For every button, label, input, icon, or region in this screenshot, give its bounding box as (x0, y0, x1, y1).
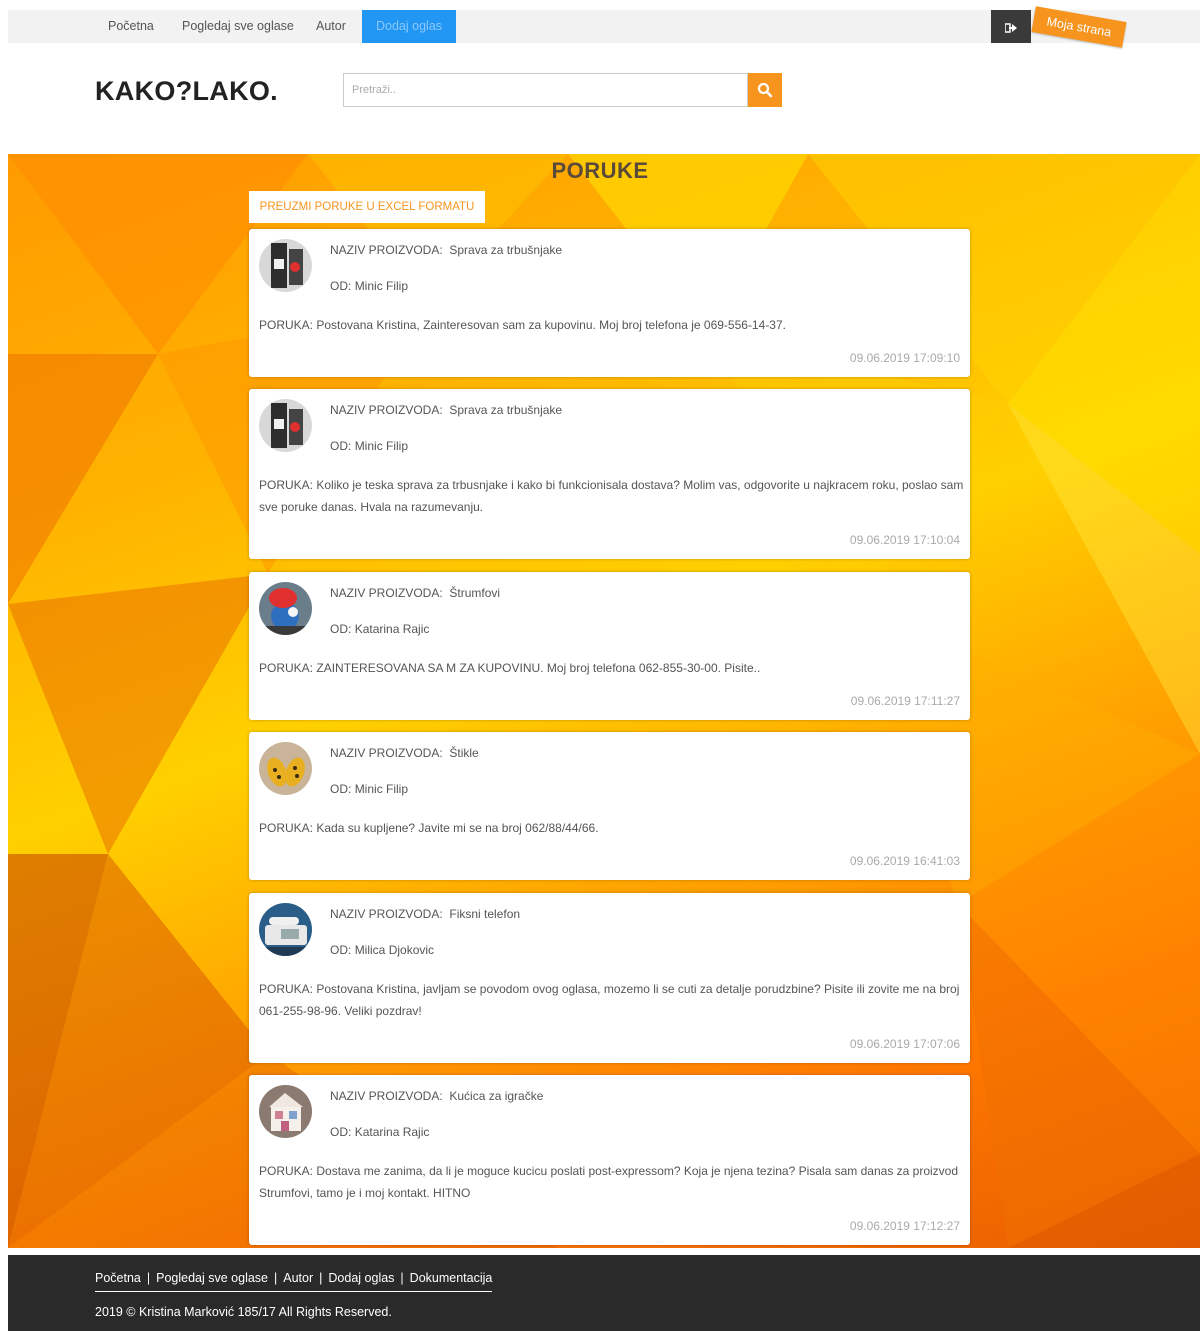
product-name: Sprava za trbušnjake (449, 403, 563, 417)
message-card: NAZIV PROIZVODA: Fiksni telefon OD: Mili… (249, 893, 970, 1063)
product-label: NAZIV PROIZVODA: (330, 586, 443, 600)
message-card: NAZIV PROIZVODA: Štrumfovi OD: Katarina … (249, 572, 970, 720)
message-card: NAZIV PROIZVODA: Štikle OD: Minic Filip … (249, 732, 970, 880)
message-text: Postovana Kristina, Zainteresovan sam za… (316, 318, 786, 332)
sender-name: Minic Filip (354, 279, 409, 293)
message-text: Kada su kupljene? Javite mi se na broj 0… (316, 821, 599, 835)
message-label: PORUKA: (259, 1164, 314, 1178)
sender-name: Katarina Rajic (354, 1125, 430, 1139)
message-date: 09.06.2019 17:12:27 (849, 1219, 960, 1233)
sender-name: Minic Filip (354, 782, 409, 796)
footer: Početna | Pogledaj sve oglase | Autor | Dodaj … (8, 1255, 1200, 1331)
footer-link-dokumentacija[interactable]: Dokumentacija (410, 1271, 493, 1285)
top-navbar: Početna Pogledaj sve oglase Autor Dodaj … (8, 10, 1200, 43)
message-date: 09.06.2019 17:11:27 (850, 694, 960, 708)
message-label: PORUKA: (259, 982, 314, 996)
from-label: OD: (330, 782, 352, 796)
copyright-text: 2019 © Kristina Marković 185/17 All Righ… (95, 1305, 392, 1319)
page-title: PORUKE (551, 158, 649, 183)
product-name: Štrumfovi (449, 586, 501, 600)
nav-item-autor[interactable]: Autor (302, 10, 360, 43)
message-text: ZAINTERESOVANA SA M ZA KUPOVINU. Moj bro… (316, 661, 761, 675)
sender-name: Katarina Rajic (354, 622, 430, 636)
message-label: PORUKA: (259, 821, 314, 835)
message-card: NAZIV PROIZVODA: Kućica za igračke OD: K… (249, 1075, 970, 1245)
product-thumbnail-heels (259, 742, 312, 795)
site-logo[interactable]: KAKO?LAKO. (95, 76, 278, 107)
product-label: NAZIV PROIZVODA: (330, 243, 443, 257)
product-name: Fiksni telefon (449, 907, 521, 921)
footer-link-dodaj-oglas[interactable]: Dodaj oglas (328, 1271, 394, 1285)
message-text: Dostava me zanima, da li je moguce kucic… (259, 1164, 959, 1200)
product-name: Kućica za igračke (449, 1089, 544, 1103)
footer-link-autor[interactable]: Autor (283, 1271, 313, 1285)
nav-item-dodaj-oglas[interactable]: Dodaj oglas (362, 10, 457, 43)
product-label: NAZIV PROIZVODA: (330, 907, 443, 921)
sign-out-icon (1004, 22, 1017, 33)
message-card: NAZIV PROIZVODA: Sprava za trbušnjake OD… (249, 229, 970, 377)
message-text: Koliko je teska sprava za trbusnjake i k… (259, 478, 964, 514)
footer-separator: | (400, 1271, 404, 1285)
product-thumbnail-fitness-device (259, 399, 312, 452)
search-icon (757, 82, 773, 98)
footer-nav: Početna | Pogledaj sve oglase | Autor | Dodaj … (95, 1271, 493, 1292)
sender-name: Minic Filip (354, 439, 409, 453)
message-label: PORUKA: (259, 661, 314, 675)
nav-item-pogledaj-sve-oglase[interactable]: Pogledaj sve oglase (168, 10, 308, 43)
search-button[interactable] (748, 73, 782, 107)
from-label: OD: (330, 439, 352, 453)
footer-separator: | (274, 1271, 278, 1285)
product-thumbnail-fitness-device (259, 239, 312, 292)
from-label: OD: (330, 1125, 352, 1139)
product-label: NAZIV PROIZVODA: (330, 746, 443, 760)
product-thumbnail-toy-house (259, 1085, 312, 1138)
message-label: PORUKA: (259, 478, 314, 492)
export-excel-button[interactable]: PREUZMI PORUKE U EXCEL FORMATU (249, 191, 485, 223)
search-bar (343, 73, 782, 107)
footer-separator: | (146, 1271, 151, 1285)
product-name: Sprava za trbušnjake (449, 243, 563, 257)
message-date: 09.06.2019 17:10:04 (849, 533, 960, 547)
logout-button[interactable] (991, 10, 1031, 43)
message-date: 09.06.2019 17:09:10 (849, 351, 960, 365)
message-text: Postovana Kristina, javljam se povodom o… (259, 982, 960, 1018)
footer-separator: | (319, 1271, 323, 1285)
footer-link-pogledaj-sve-oglase[interactable]: Pogledaj sve oglase (156, 1271, 268, 1285)
nav-item-pocetna[interactable]: Početna (94, 10, 168, 43)
message-date: 09.06.2019 17:07:06 (849, 1037, 960, 1051)
product-label: NAZIV PROIZVODA: (330, 403, 443, 417)
message-label: PORUKA: (259, 318, 314, 332)
from-label: OD: (330, 943, 352, 957)
product-label: NAZIV PROIZVODA: (330, 1089, 443, 1103)
footer-link-pocetna[interactable]: Početna (95, 1271, 141, 1285)
search-input[interactable] (343, 73, 748, 107)
message-card: NAZIV PROIZVODA: Sprava za trbušnjake OD… (249, 389, 970, 559)
sender-name: Milica Djokovic (354, 943, 435, 957)
from-label: OD: (330, 622, 352, 636)
product-name: Štikle (449, 746, 479, 760)
message-date: 09.06.2019 16:41:03 (849, 854, 960, 868)
from-label: OD: (330, 279, 352, 293)
product-thumbnail-landline-phone (259, 903, 312, 956)
product-thumbnail-smurf-toy (259, 582, 312, 635)
